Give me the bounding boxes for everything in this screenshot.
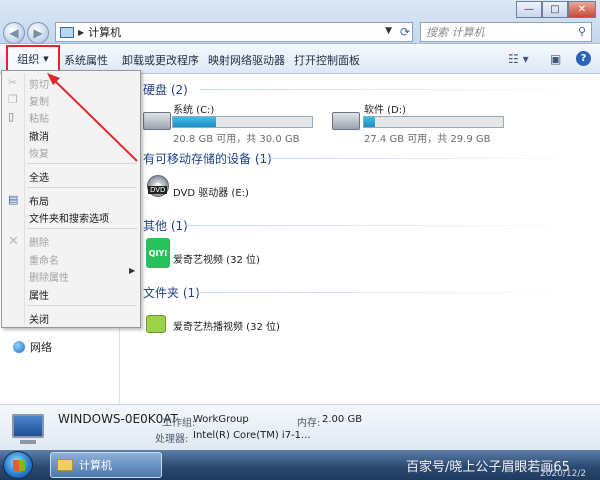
organize-menu: ✂ 剪切 ❐ 复制 ▯ 粘贴 撤消 恢复 全选 ▤ 布局 ▶ 文件夹和搜索选项 … (1, 70, 141, 328)
section-divider (258, 158, 590, 159)
address-text: 计算机 (88, 26, 122, 39)
caret-down-icon: ▼ (43, 54, 49, 63)
iqiyi-hot-app-icon (146, 315, 166, 333)
section-hard-disks[interactable]: 硬盘 (2) (143, 81, 188, 98)
section-other[interactable]: 其他 (1) (143, 217, 188, 234)
drive-usage-fill (173, 117, 217, 127)
section-divider (185, 225, 590, 226)
computer-icon (12, 414, 44, 438)
drive-usage-bar (363, 116, 504, 128)
menu-item-redo[interactable]: 恢复 (29, 145, 49, 160)
organize-label: 组织 (17, 52, 40, 66)
menu-item-properties[interactable]: 属性 (29, 287, 49, 302)
menu-separator (27, 163, 137, 164)
computer-stand (20, 440, 36, 444)
menu-item-copy[interactable]: 复制 (29, 93, 49, 108)
dvd-logo: DVD (148, 186, 168, 194)
menu-item-remove-properties[interactable]: 删除属性 (29, 269, 69, 284)
refresh-button[interactable]: ⟳ (395, 22, 415, 42)
search-icon[interactable]: ⚲ (578, 25, 586, 38)
workgroup-label: 工作组: (162, 418, 196, 429)
menu-item-close[interactable]: 关闭 (29, 311, 49, 326)
minimize-button[interactable]: — (516, 1, 542, 18)
submenu-arrow-icon: ▶ (129, 266, 136, 275)
uninstall-program-button[interactable]: 卸载或更改程序 (122, 52, 199, 68)
cpu-value: Intel(R) Core(TM) i7-1... (193, 430, 311, 441)
cut-icon: ✂ (8, 76, 18, 89)
network-icon (13, 341, 25, 353)
nav-item-label: 网络 (30, 341, 52, 354)
menu-separator (27, 305, 137, 306)
search-input[interactable]: 搜索 计算机 ⚲ (420, 22, 592, 42)
map-network-drive-button[interactable]: 映射网络驱动器 (208, 52, 285, 68)
arrow-left-icon: ◀ (9, 26, 19, 40)
paste-icon: ▯ (8, 110, 15, 123)
copy-icon: ❐ (8, 93, 18, 106)
section-divider (200, 89, 590, 90)
hard-drive-icon (332, 112, 360, 130)
start-button[interactable] (3, 451, 33, 479)
drive-usage-fill (364, 117, 376, 127)
menu-item-paste[interactable]: 粘贴 (29, 110, 49, 125)
watermark-date: 2020/12/2 (540, 469, 587, 479)
menu-item-cut[interactable]: 剪切 (29, 76, 49, 91)
drive-free-space: 27.4 GB 可用，共 29.9 GB (364, 134, 491, 145)
forward-button[interactable]: ▶ (27, 22, 49, 44)
drive-free-space: 20.8 GB 可用，共 30.0 GB (173, 134, 300, 145)
menu-separator (27, 228, 137, 229)
menu-item-rename[interactable]: 重命名 (29, 252, 59, 267)
search-placeholder: 搜索 计算机 (426, 26, 485, 39)
drive-usage-bar (172, 116, 313, 128)
memory-label: 内存: (297, 418, 321, 429)
workgroup-value: WorkGroup (193, 414, 249, 425)
menu-item-layout[interactable]: 布局 (29, 193, 49, 208)
address-bar[interactable]: ▶ 计算机 ▼ (55, 22, 413, 42)
organize-button[interactable]: 组织 ▼ (6, 45, 60, 72)
chevron-down-icon[interactable]: ▼ (385, 26, 392, 36)
delete-icon: ✕ (8, 234, 19, 249)
section-folders[interactable]: 文件夹 (1) (143, 284, 200, 301)
explorer-icon (57, 459, 73, 471)
windows-logo-icon (13, 460, 25, 471)
computer-icon (60, 26, 74, 38)
nav-item-network[interactable]: 网络 (13, 339, 52, 355)
iqiyi-app-icon: QIYI (146, 238, 170, 268)
layout-icon: ▤ (8, 193, 19, 206)
cpu-label: 处理器: (155, 434, 189, 445)
iqiyi-hot-label: 爱奇艺热播视频 (32 位) (173, 322, 280, 333)
iqiyi-label: 爱奇艺视频 (32 位) (173, 255, 260, 266)
menu-gutter (24, 73, 25, 325)
open-control-panel-button[interactable]: 打开控制面板 (294, 52, 360, 68)
preview-pane-icon[interactable]: ▣ (550, 52, 561, 66)
back-button[interactable]: ◀ (3, 22, 25, 44)
help-icon[interactable]: ? (576, 51, 591, 66)
refresh-icon: ⟳ (399, 25, 411, 39)
section-removable-storage[interactable]: 有可移动存储的设备 (1) (143, 150, 272, 167)
menu-item-undo[interactable]: 撤消 (29, 128, 49, 143)
drive-name: 软件 (D:) (364, 105, 407, 116)
dvd-drive-label: DVD 驱动器 (E:) (173, 188, 249, 199)
arrow-right-icon: ▶ (33, 26, 43, 40)
menu-item-folder-options[interactable]: 文件夹和搜索选项 (29, 210, 109, 225)
system-properties-button[interactable]: 系统属性 (64, 52, 108, 68)
maximize-button[interactable]: □ (542, 1, 568, 18)
menu-item-delete[interactable]: 删除 (29, 234, 49, 249)
chevron-right-icon: ▶ (78, 27, 85, 37)
section-divider (195, 292, 590, 293)
taskbar-item-label: 计算机 (79, 459, 112, 472)
close-button[interactable]: ✕ (568, 1, 596, 18)
view-options-icon[interactable]: ☷ ▾ (508, 52, 529, 66)
memory-value: 2.00 GB (322, 414, 363, 425)
details-pane: WINDOWS-0E0K0AT 工作组: WorkGroup 内存: 2.00 … (0, 404, 600, 450)
taskbar-explorer-button[interactable]: 计算机 (50, 452, 162, 478)
menu-separator (27, 187, 137, 188)
title-bar: — □ ✕ ◀ ▶ ▶ 计算机 ▼ ⟳ 搜索 计算机 ⚲ (0, 0, 600, 44)
computer-name: WINDOWS-0E0K0AT (58, 412, 178, 426)
drive-name: 系统 (C:) (173, 105, 215, 116)
hard-drive-icon (143, 112, 171, 130)
menu-item-select-all[interactable]: 全选 (29, 169, 49, 184)
